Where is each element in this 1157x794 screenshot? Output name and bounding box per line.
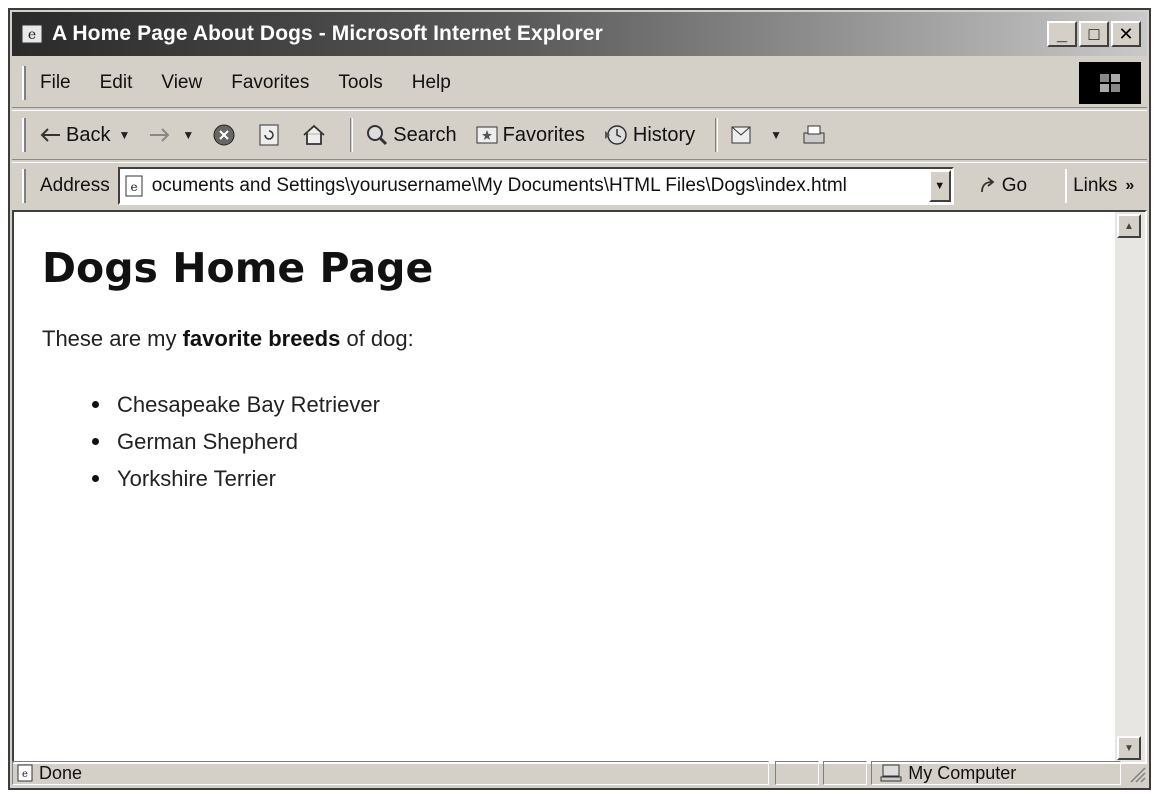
menu-bar: File Edit View Favorites Tools Help xyxy=(12,58,1147,108)
zone-text: My Computer xyxy=(908,762,1017,783)
address-bar: Address e ocuments and Settings\youruser… xyxy=(12,162,1147,208)
go-button[interactable]: Go xyxy=(978,175,1027,197)
standard-toolbar: Back ▼ ▼ Search Favorites History ▼ xyxy=(12,110,1147,160)
computer-icon xyxy=(880,763,902,783)
ie-logo-icon: e xyxy=(18,20,46,48)
intro-text-end: of dog: xyxy=(340,326,414,351)
menu-edit[interactable]: Edit xyxy=(100,72,133,94)
home-button[interactable] xyxy=(302,124,330,146)
history-button[interactable]: History xyxy=(603,123,695,147)
home-icon xyxy=(302,124,326,146)
svg-text:e: e xyxy=(28,27,36,43)
address-input[interactable]: e ocuments and Settings\yourusername\My … xyxy=(117,166,954,205)
list-item: Yorkshire Terrier xyxy=(92,460,1105,497)
search-icon xyxy=(365,123,389,147)
print-button[interactable] xyxy=(800,123,832,147)
page-heading: Dogs Home Page xyxy=(42,244,434,292)
history-label: History xyxy=(632,123,696,146)
scroll-down-button[interactable]: ▼ xyxy=(1117,736,1141,760)
mail-dropdown-icon[interactable]: ▼ xyxy=(770,128,782,142)
status-panel xyxy=(775,761,820,785)
close-button[interactable]: ✕ xyxy=(1111,21,1141,47)
menu-grip[interactable] xyxy=(22,65,26,100)
address-value[interactable]: ocuments and Settings\yourusername\My Do… xyxy=(152,175,929,197)
scroll-up-button[interactable]: ▲ xyxy=(1117,214,1141,238)
print-icon xyxy=(800,123,828,147)
forward-dropdown-icon[interactable]: ▼ xyxy=(182,128,194,142)
status-text: Done xyxy=(39,762,83,783)
page-viewport[interactable]: Dogs Home Page These are my favorite bre… xyxy=(12,210,1147,764)
breed-list: Chesapeake Bay Retriever German Shepherd… xyxy=(42,386,1105,497)
minimize-button[interactable]: _ xyxy=(1047,21,1077,47)
back-arrow-icon xyxy=(40,127,62,143)
links-button[interactable]: Links » xyxy=(1065,168,1135,203)
toolbar-grip[interactable] xyxy=(22,118,26,152)
windows-logo-icon xyxy=(1079,61,1141,104)
breed-name: Yorkshire Terrier xyxy=(117,465,276,491)
forward-button[interactable]: ▼ xyxy=(148,127,194,143)
vertical-scrollbar[interactable]: ▲ ▼ xyxy=(1115,212,1145,762)
list-item: Chesapeake Bay Retriever xyxy=(92,386,1105,423)
go-arrow-icon xyxy=(978,176,998,196)
back-button[interactable]: Back ▼ xyxy=(40,124,130,147)
zone-panel: My Computer xyxy=(871,761,1122,785)
status-panel xyxy=(823,761,868,785)
svg-text:e: e xyxy=(130,180,137,194)
go-label: Go xyxy=(1001,174,1028,196)
address-dropdown-icon[interactable]: ▼ xyxy=(928,169,951,202)
bullet-icon xyxy=(92,438,99,445)
stop-button[interactable] xyxy=(212,123,240,147)
mail-button[interactable]: ▼ xyxy=(730,123,782,147)
menu-favorites[interactable]: Favorites xyxy=(231,72,309,94)
breed-name: German Shepherd xyxy=(117,428,298,454)
refresh-button[interactable] xyxy=(258,123,284,147)
intro-paragraph: These are my favorite breeds of dog: xyxy=(42,326,1105,352)
menu-help[interactable]: Help xyxy=(412,72,451,94)
bullet-icon xyxy=(92,401,99,408)
browser-window: e A Home Page About Dogs - Microsoft Int… xyxy=(8,8,1151,790)
back-dropdown-icon[interactable]: ▼ xyxy=(118,128,130,142)
title-bar[interactable]: e A Home Page About Dogs - Microsoft Int… xyxy=(12,12,1147,56)
intro-bold-text: favorite breeds xyxy=(182,326,341,351)
refresh-icon xyxy=(258,123,280,147)
search-label: Search xyxy=(393,123,457,146)
menu-view[interactable]: View xyxy=(161,72,202,94)
forward-arrow-icon xyxy=(148,127,170,143)
status-bar: e Done My Computer xyxy=(12,760,1147,786)
maximize-button[interactable]: □ xyxy=(1079,21,1109,47)
back-label: Back xyxy=(66,123,111,146)
menu-tools[interactable]: Tools xyxy=(338,72,382,94)
favorites-icon xyxy=(475,124,499,146)
window-title: A Home Page About Dogs - Microsoft Inter… xyxy=(52,22,603,45)
status-text-panel: e Done xyxy=(12,761,770,785)
bullet-icon xyxy=(92,475,99,482)
toolbar-separator xyxy=(350,118,354,152)
menu-file[interactable]: File xyxy=(40,72,71,94)
mail-icon xyxy=(730,123,758,147)
address-label: Address xyxy=(40,174,110,196)
address-grip[interactable] xyxy=(22,168,26,203)
favorites-label: Favorites xyxy=(502,123,585,146)
toolbar-separator xyxy=(715,118,719,152)
history-icon xyxy=(603,123,629,147)
links-label: Links xyxy=(1073,174,1118,196)
links-chevron-icon: » xyxy=(1125,176,1135,194)
svg-text:e: e xyxy=(22,769,28,780)
favorites-button[interactable]: Favorites xyxy=(475,124,585,147)
page-body: Dogs Home Page These are my favorite bre… xyxy=(42,244,1105,497)
list-item: German Shepherd xyxy=(92,423,1105,460)
search-button[interactable]: Search xyxy=(365,123,457,147)
stop-icon xyxy=(212,123,236,147)
status-page-icon: e xyxy=(17,764,35,782)
intro-text-start: These are my xyxy=(42,326,183,351)
page-icon: e xyxy=(124,174,146,198)
breed-name: Chesapeake Bay Retriever xyxy=(117,391,380,417)
resize-grip-icon[interactable] xyxy=(1125,762,1147,784)
